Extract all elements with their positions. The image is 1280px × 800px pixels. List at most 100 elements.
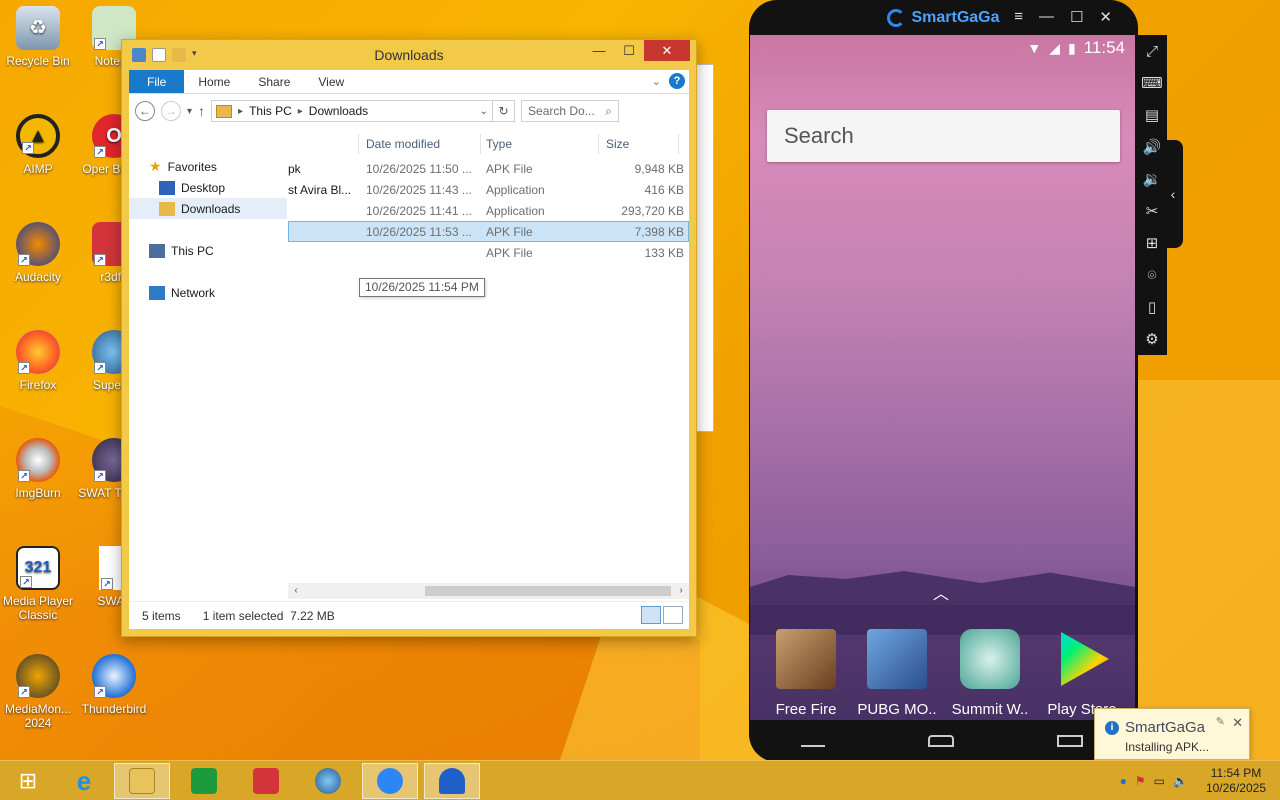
apk-icon[interactable]: ▤ [1137,99,1167,131]
smartgaga-logo-icon [887,9,906,27]
tray-notification[interactable]: i SmartGaGa Installing APK... ✎ ✕ [1094,708,1250,760]
nav-favorites[interactable]: ★ Favorites [129,156,287,177]
explorer-window[interactable]: ▾ Downloads — ☐ ✕ File Home Share View ⌄… [121,39,697,637]
network-icon [149,285,165,300]
nav-this-pc[interactable]: This PC [129,240,287,261]
keyboard-icon[interactable]: ⌨ [1137,67,1167,99]
taskbar-store[interactable] [176,763,232,799]
notification-close-icon[interactable]: ✕ [1232,715,1243,731]
details-view-button[interactable] [641,606,661,624]
customize-chevron-icon[interactable]: ▾ [192,48,200,62]
smartgaga-window[interactable]: SmartGaGa ≡ — ☐ ✕ ▼ ◢ ▮ 11:54 Search ︿ F… [749,0,1138,762]
taskbar-supermium[interactable] [300,763,356,799]
taskbar-file-explorer[interactable] [114,763,170,799]
app-play-store[interactable]: Play Store [1042,629,1122,718]
settings-icon[interactable]: ⚙ [1137,323,1167,355]
app-drawer-arrow-icon[interactable]: ︿ [933,580,949,604]
maximize-button[interactable]: ☐ [1070,8,1083,26]
action-center-icon[interactable]: ⚑ [1135,774,1146,788]
file-row[interactable]: APK File 133 KB [288,242,689,263]
file-row[interactable]: st Avira Bl... 10/26/2025 11:43 ... Appl… [288,179,689,200]
emulator-titlebar[interactable]: SmartGaGa ≡ — ☐ ✕ [749,0,1138,36]
tab-share[interactable]: Share [244,70,304,93]
minimize-button[interactable]: — [1039,8,1054,26]
column-date-modified[interactable]: Date modified [366,137,440,151]
app-free-fire[interactable]: Free Fire [766,629,846,718]
tab-home[interactable]: Home [184,70,244,93]
android-screen[interactable]: ▼ ◢ ▮ 11:54 Search ︿ Free Fire PUBG MO..… [750,35,1135,720]
tab-view[interactable]: View [304,70,358,93]
network-tray-icon[interactable]: ▭ [1154,774,1165,788]
explorer-titlebar[interactable]: ▾ Downloads — ☐ ✕ [122,40,696,70]
menu-icon[interactable]: ≡ [1014,8,1023,26]
forward-button[interactable]: → [161,101,181,121]
location-icon[interactable]: ⌾ [1137,259,1167,291]
fullscreen-icon[interactable]: ⤢ [1137,35,1167,67]
desktop-icon-imgburn[interactable]: ↗ ImgBurn [0,438,76,500]
maximize-button[interactable]: ☐ [614,40,644,61]
column-type[interactable]: Type [486,137,512,151]
up-button[interactable]: ↑ [198,103,205,119]
tab-file[interactable]: File [129,70,185,93]
scroll-left-icon[interactable]: ‹ [288,583,304,599]
shake-icon[interactable]: ▯ [1137,291,1167,323]
smartgaga-drop-icon [439,768,465,794]
large-icons-view-button[interactable] [663,606,683,624]
start-button[interactable]: ⊞ [0,763,56,799]
search-input[interactable]: Search Do... ⌕ [521,100,620,122]
breadcrumb-downloads[interactable]: Downloads [309,104,368,118]
home-nav-button[interactable] [927,735,954,747]
file-row[interactable]: pk 10/26/2025 11:50 ... APK File 9,948 K… [288,158,689,179]
recent-locations-icon[interactable]: ▾ [187,106,192,117]
help-icon[interactable]: ? [669,73,685,89]
google-search-bar[interactable]: Search [767,110,1120,162]
column-size[interactable]: Size [606,137,629,151]
taskbar-internet-explorer[interactable]: e [56,763,112,799]
horizontal-scrollbar[interactable]: ‹ › [288,583,689,599]
properties-icon[interactable] [132,48,146,62]
desktop-icon-firefox[interactable]: ↗ Firefox [0,330,76,392]
scroll-right-icon[interactable]: › [673,583,689,599]
nav-desktop[interactable]: Desktop [129,177,287,198]
refresh-icon[interactable]: ↻ [492,101,514,121]
background-window[interactable] [696,64,714,432]
scrollbar-thumb[interactable] [425,586,671,596]
taskbar-smartgaga[interactable] [362,763,418,799]
desktop-icon-audacity[interactable]: ↗ Audacity [0,222,76,284]
breadcrumb-this-pc[interactable]: This PC [249,104,292,118]
expand-ribbon-icon[interactable]: ⌄ [652,75,661,88]
collapse-toolbar-icon[interactable]: ‹ [1163,140,1183,248]
desktop-icon-aimp[interactable]: ▲ ↗ AIMP [0,114,76,176]
recents-nav-button[interactable] [1056,735,1083,747]
taskbar-clock[interactable]: 11:54 PM 10/26/2025 [1206,766,1266,796]
imgburn-icon: ↗ [16,438,60,482]
volume-tray-icon[interactable]: 🔈 [1173,774,1188,788]
search-icon: ⌕ [605,103,613,118]
pin-icon[interactable]: ✎ [1216,715,1225,728]
address-bar[interactable]: ▸ This PC ▸ Downloads ⌄ ↻ [211,100,516,122]
desktop-icon-thunderbird[interactable]: ↗ Thunderbird [76,654,152,716]
minimize-button[interactable]: — [584,40,614,61]
close-button[interactable]: ✕ [1099,8,1112,26]
desktop-icon-mediamonkey[interactable]: ↗ MediaMon... 2024 [0,654,76,730]
wifi-icon: ▼ [1027,40,1042,56]
nav-network[interactable]: Network [129,282,287,303]
new-folder-icon[interactable] [172,48,186,62]
app-pubg-mobile[interactable]: PUBG MO.. [857,629,937,718]
downloads-folder-icon [159,201,175,216]
taskbar-smartgaga-2[interactable] [424,763,480,799]
desktop-icon-recycle-bin[interactable]: ♻ Recycle Bin [0,6,76,68]
back-nav-button[interactable] [800,735,825,747]
address-dropdown-icon[interactable]: ⌄ [480,106,488,117]
new-file-icon[interactable] [152,48,166,62]
back-button[interactable]: ← [135,101,155,121]
nav-downloads[interactable]: Downloads [129,198,287,219]
file-row[interactable]: 10/26/2025 11:41 ... Application 293,720… [288,200,689,221]
taskbar-r3dfox[interactable] [238,763,294,799]
desktop-icon-media-player-classic[interactable]: 321 ↗ Media Player Classic [0,546,76,622]
system-tray: ● ⚑ ▭ 🔈 11:54 PM 10/26/2025 [1120,761,1280,800]
close-button[interactable]: ✕ [644,40,690,61]
smartgaga-tray-icon[interactable]: ● [1120,774,1127,788]
file-row-selected[interactable]: 10/26/2025 11:53 ... APK File 7,398 KB [288,221,689,242]
app-summit-wars[interactable]: Summit W.. [950,629,1030,718]
